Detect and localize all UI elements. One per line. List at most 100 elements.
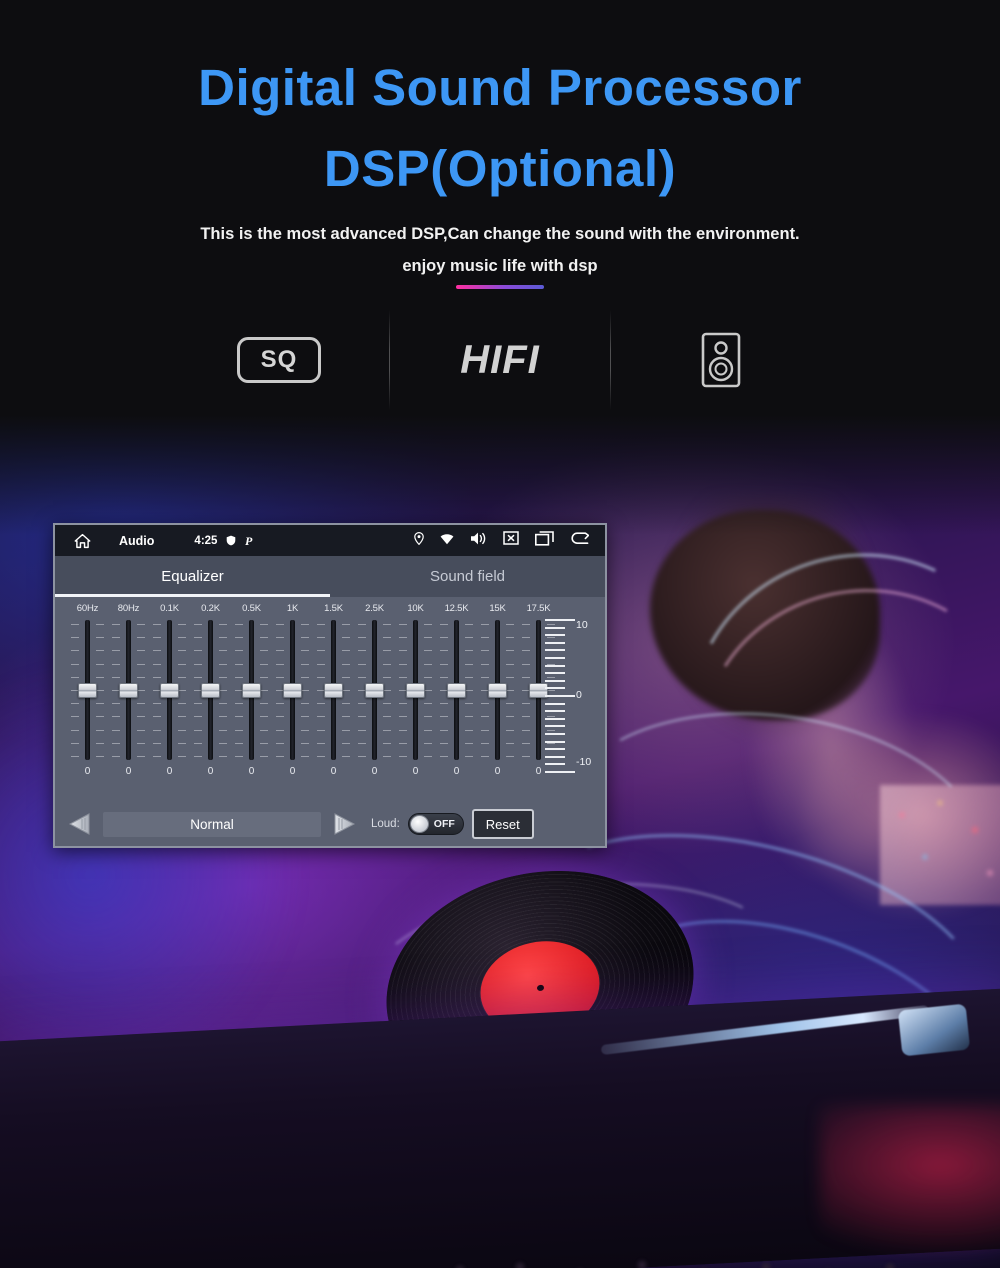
eq-band-label: 1K — [286, 603, 299, 614]
svg-text:P: P — [245, 535, 253, 547]
eq-slider[interactable] — [274, 620, 311, 760]
eq-slider-thumb[interactable] — [324, 682, 343, 698]
eq-slider-thumb[interactable] — [78, 682, 97, 698]
eq-slider-thumb[interactable] — [201, 682, 220, 698]
recent-apps-icon[interactable] — [535, 530, 554, 551]
eq-band: 2.5K 0 — [354, 603, 395, 777]
eq-band-value: 0 — [494, 766, 501, 777]
eq-slider-thumb[interactable] — [406, 682, 425, 698]
tab-bar: Equalizer Sound field — [55, 556, 605, 597]
eq-slider[interactable] — [356, 620, 393, 760]
eq-slider-thumb[interactable] — [447, 682, 466, 698]
eq-slider[interactable] — [110, 620, 147, 760]
photo-top-fade — [0, 415, 1000, 535]
eq-slider[interactable] — [192, 620, 229, 760]
title-line-2: DSP(Optional) — [323, 140, 677, 197]
home-icon — [74, 533, 90, 548]
scale-label-min: -10 — [576, 755, 592, 768]
eq-slider-track — [283, 620, 302, 760]
eq-slider[interactable] — [69, 620, 106, 760]
status-time: 4:25 — [194, 534, 218, 547]
eq-band-value: 0 — [248, 766, 255, 777]
accent-underline — [455, 285, 544, 290]
next-preset-button[interactable] — [329, 809, 359, 839]
home-button[interactable] — [65, 533, 99, 549]
eq-band: 60Hz 0 — [67, 603, 108, 777]
scale-label-mid: 0 — [576, 689, 582, 701]
eq-band-value: 0 — [84, 766, 91, 777]
eq-slider-track — [242, 620, 261, 760]
tab-sound-field[interactable]: Sound field — [330, 556, 605, 597]
eq-slider-track — [365, 620, 384, 760]
tab-equalizer[interactable]: Equalizer — [55, 556, 330, 597]
loudness-toggle[interactable]: OFF — [407, 813, 464, 835]
tonearm-cartridge — [897, 1003, 971, 1057]
eq-slider-thumb[interactable] — [365, 682, 384, 698]
eq-band-label: 1.5K — [324, 603, 343, 614]
eq-band-value: 0 — [371, 766, 378, 777]
eq-band-label: 10K — [407, 603, 424, 614]
eq-band-label: 0.2K — [201, 603, 220, 614]
mixer-glow — [820, 1105, 1000, 1255]
p-icon: P — [245, 535, 255, 547]
eq-band: 1.5K 0 — [313, 603, 354, 777]
speaker-icon — [701, 332, 741, 388]
shield-icon — [226, 535, 236, 546]
badge-hifi: HIFI — [390, 310, 610, 410]
back-arrow-icon[interactable] — [570, 531, 590, 550]
eq-slider[interactable] — [438, 620, 475, 760]
loud-label: Loud: — [371, 818, 400, 830]
eq-slider-track — [324, 620, 343, 760]
eq-band-label: 17.5K — [526, 603, 551, 614]
page-title: Digital Sound Processor DSP(Optional) — [0, 0, 1000, 194]
eq-slider-thumb[interactable] — [488, 682, 507, 698]
scale-ticks — [545, 619, 575, 773]
eq-slider-group: 60Hz 0 80Hz 0 0.1K 0 0.2K 0 0.5K 0 1K 0 1.5K 0 2.5K 0 10… — [63, 603, 597, 777]
eq-slider-track — [488, 620, 507, 760]
eq-slider-thumb[interactable] — [283, 682, 302, 698]
eq-band-value: 0 — [289, 766, 296, 777]
wifi-icon[interactable] — [440, 532, 454, 550]
eq-band-label: 0.5K — [242, 603, 261, 614]
toggle-state-label: OFF — [433, 818, 455, 830]
eq-slider[interactable] — [479, 620, 516, 760]
eq-band-label: 0.1K — [160, 603, 179, 614]
eq-slider[interactable] — [233, 620, 270, 760]
eq-slider-track — [78, 620, 97, 760]
title-line-1: Digital Sound Processor — [198, 59, 802, 116]
eq-scale-ruler: 10 0 -10 — [545, 619, 597, 773]
eq-band-label: 60Hz — [76, 603, 99, 614]
eq-band-value: 0 — [207, 766, 214, 777]
hifi-label: HIFI — [460, 337, 540, 382]
tab-sound-field-label: Sound field — [429, 568, 506, 585]
prev-preset-button[interactable] — [65, 809, 95, 839]
sq-icon: SQ — [237, 337, 321, 383]
badge-sq: SQ — [169, 310, 389, 410]
eq-slider-thumb[interactable] — [119, 682, 138, 698]
eq-slider-thumb[interactable] — [242, 682, 261, 698]
eq-slider-track — [201, 620, 220, 760]
eq-slider[interactable] — [151, 620, 188, 760]
volume-icon[interactable] — [470, 531, 487, 551]
scale-label-max: 10 — [576, 619, 588, 631]
eq-slider-thumb[interactable] — [160, 682, 179, 698]
reset-button[interactable]: Reset — [471, 809, 534, 839]
eq-band-value: 0 — [125, 766, 132, 777]
location-pin-icon[interactable] — [414, 531, 424, 550]
preset-field[interactable]: Normal — [103, 811, 321, 837]
eq-slider[interactable] — [397, 620, 434, 760]
badge-speaker — [611, 310, 831, 410]
eq-band: 12.5K 0 — [436, 603, 477, 777]
app-label: Audio — [119, 533, 155, 548]
eq-band-label: 15K — [489, 603, 506, 614]
android-status-bar: Audio 4:25 P — [55, 525, 605, 556]
close-box-icon[interactable] — [503, 531, 519, 550]
eq-slider-track — [160, 620, 179, 760]
eq-band-value: 0 — [166, 766, 173, 777]
dsp-equalizer-screen: Audio 4:25 P Equalizer Sound field 60Hz … — [53, 523, 607, 848]
eq-band: 15K 0 — [477, 603, 518, 777]
sq-label: SQ — [260, 346, 298, 373]
eq-band-value: 0 — [412, 766, 419, 777]
eq-slider-track — [447, 620, 466, 760]
eq-slider[interactable] — [315, 620, 352, 760]
